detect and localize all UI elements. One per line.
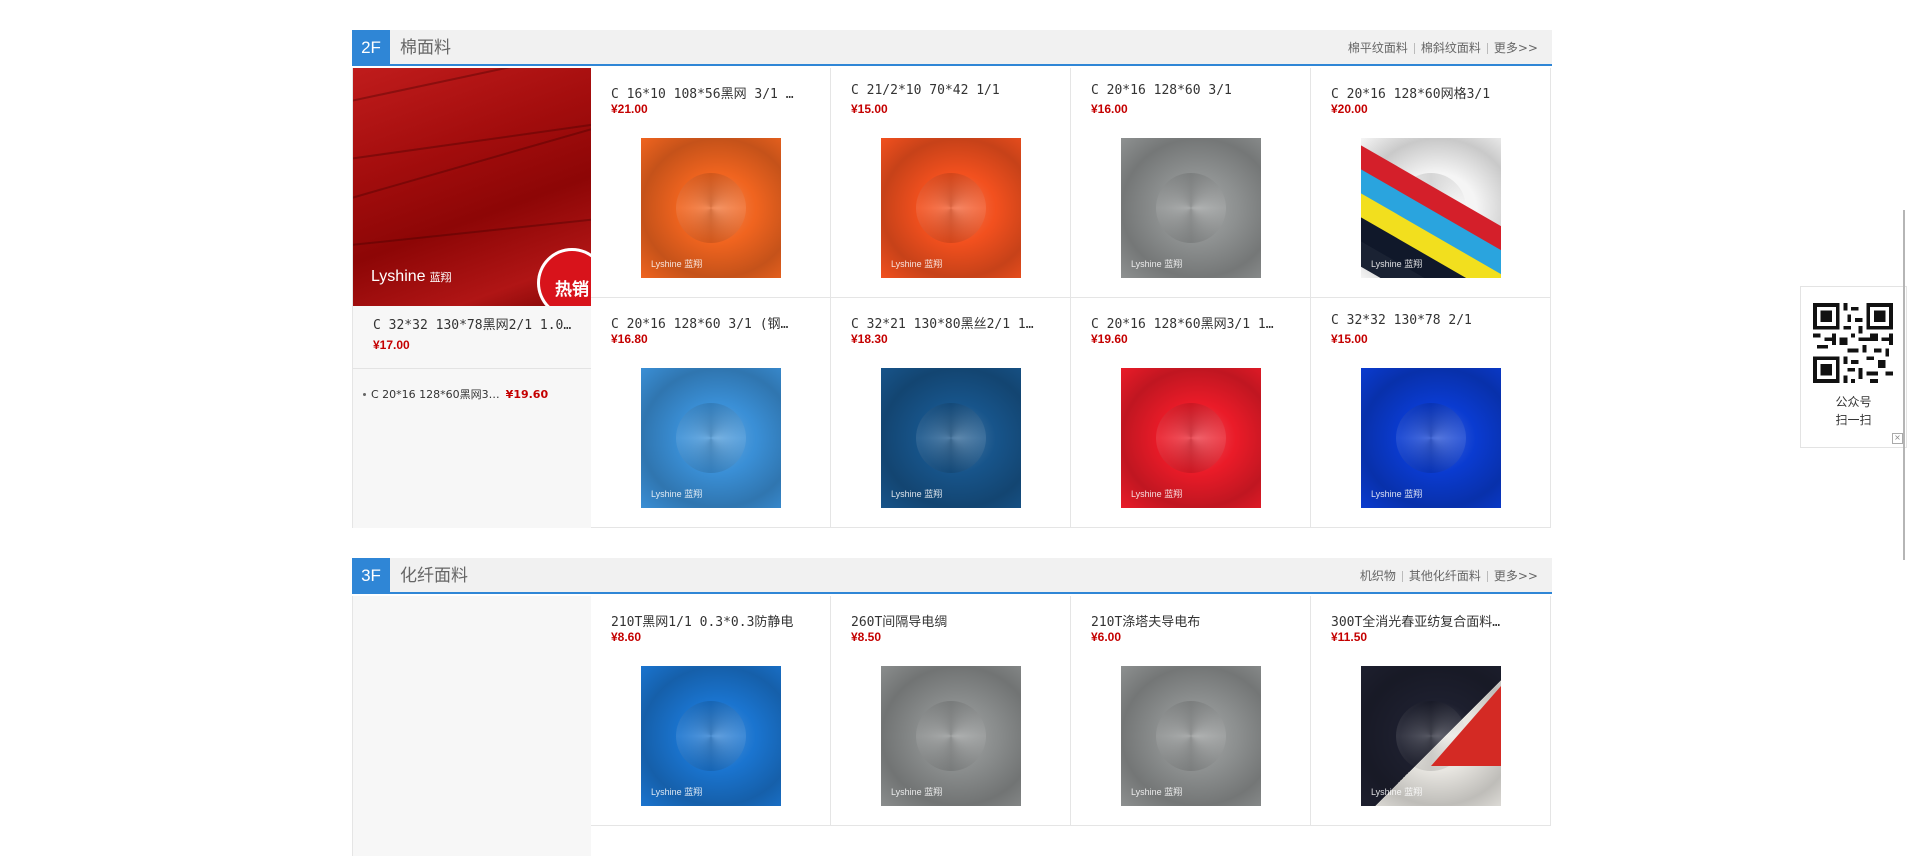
brand-logo: Lyshine 蓝翔: [371, 268, 452, 285]
hot-sale-label: 热销: [555, 280, 589, 300]
product-name[interactable]: C 20*16 128*60 3/1: [1091, 83, 1291, 98]
bullet-icon: [363, 392, 366, 396]
featured-image[interactable]: Lyshine 蓝翔 热销: [353, 68, 591, 306]
featured-product[interactable]: C 32*32 130*78黑网2/1 1.0… ¥17.00: [373, 314, 583, 352]
product-card[interactable]: C 16*10 108*56黑网 3/1 … ¥21.00 Lyshine 蓝翔: [591, 68, 831, 298]
product-price: ¥15.00: [851, 102, 888, 116]
product-price: ¥6.00: [1091, 630, 1122, 644]
product-price: ¥18.30: [851, 332, 888, 346]
product-name[interactable]: 210T涤塔夫导电布: [1091, 611, 1291, 630]
product-card[interactable]: 210T黑网1/1 0.3*0.3防静电 ¥8.60 Lyshine 蓝翔: [591, 596, 831, 826]
divider: [353, 368, 591, 369]
product-name[interactable]: C 16*10 108*56黑网 3/1 …: [611, 83, 811, 102]
brand-watermark: Lyshine 蓝翔: [1131, 259, 1183, 269]
product-name[interactable]: 260T间隔导电绸: [851, 611, 1051, 630]
product-name[interactable]: C 20*16 128*60网格3/1: [1331, 83, 1531, 102]
product-image[interactable]: Lyshine 蓝翔: [641, 666, 781, 806]
product-card[interactable]: C 20*16 128*60 3/1 (钢… ¥16.80 Lyshine 蓝翔: [591, 298, 831, 528]
product-name[interactable]: 300T全消光春亚纺复合面料…: [1331, 611, 1531, 630]
product-image[interactable]: Lyshine 蓝翔: [1121, 368, 1261, 508]
qr-widget: 公众号 扫一扫 ×: [1800, 286, 1907, 448]
list-item-name[interactable]: C 20*16 128*60黑网3…: [371, 386, 500, 402]
floor-links: 机织物 其他化纤面料 更多>>: [1360, 558, 1538, 594]
product-card[interactable]: C 20*16 128*60 3/1 ¥16.00 Lyshine 蓝翔: [1071, 68, 1311, 298]
product-image[interactable]: Lyshine 蓝翔: [1121, 138, 1261, 278]
product-image[interactable]: Lyshine 蓝翔: [1361, 138, 1501, 278]
product-price: ¥21.00: [611, 102, 648, 116]
product-price: ¥8.50: [851, 630, 882, 644]
product-name[interactable]: 210T黑网1/1 0.3*0.3防静电: [611, 611, 811, 630]
product-price: ¥16.80: [611, 332, 648, 346]
brand-watermark: Lyshine 蓝翔: [1371, 259, 1423, 269]
product-price: ¥16.00: [1091, 102, 1128, 116]
brand-watermark: Lyshine 蓝翔: [1131, 787, 1183, 797]
product-image[interactable]: Lyshine 蓝翔: [881, 138, 1021, 278]
product-card[interactable]: C 21/2*10 70*42 1/1 ¥15.00 Lyshine 蓝翔: [831, 68, 1071, 298]
scrollbar[interactable]: [1903, 210, 1905, 560]
floor-link-twill[interactable]: 棉斜纹面料: [1421, 30, 1481, 66]
floor-header: 2F 棉面料 棉平纹面料 棉斜纹面料 更多>>: [352, 30, 1552, 66]
product-price: ¥19.60: [1091, 332, 1128, 346]
floor-title: 棉面料: [400, 38, 451, 58]
product-card[interactable]: C 20*16 128*60黑网3/1 1… ¥19.60 Lyshine 蓝翔: [1071, 298, 1311, 528]
qr-label-scan: 扫一扫: [1835, 413, 1872, 427]
product-image[interactable]: Lyshine 蓝翔: [881, 368, 1021, 508]
product-price: ¥20.00: [1331, 102, 1368, 116]
product-image[interactable]: Lyshine 蓝翔: [641, 368, 781, 508]
product-name[interactable]: C 32*32 130*78黑网2/1 1.0…: [373, 314, 583, 333]
product-card[interactable]: C 32*21 130*80黑丝2/1 1… ¥18.30 Lyshine 蓝翔: [831, 298, 1071, 528]
floor-link-more[interactable]: 更多>>: [1494, 30, 1538, 66]
close-icon[interactable]: ×: [1892, 433, 1903, 444]
product-price: ¥11.50: [1331, 630, 1368, 644]
brand-watermark: Lyshine 蓝翔: [891, 489, 943, 499]
link-divider: [1401, 570, 1403, 582]
product-name[interactable]: C 32*32 130*78 2/1: [1331, 313, 1531, 328]
brand-watermark: Lyshine 蓝翔: [1371, 489, 1423, 499]
link-divider: [1413, 42, 1415, 54]
product-card[interactable]: 210T涤塔夫导电布 ¥6.00 Lyshine 蓝翔: [1071, 596, 1311, 826]
featured-column: [352, 596, 591, 856]
product-price: ¥8.60: [611, 630, 642, 644]
floor-header: 3F 化纤面料 机织物 其他化纤面料 更多>>: [352, 558, 1552, 594]
floor-link-plain[interactable]: 棉平纹面料: [1348, 30, 1408, 66]
product-name[interactable]: C 21/2*10 70*42 1/1: [851, 83, 1051, 98]
product-image[interactable]: Lyshine 蓝翔: [881, 666, 1021, 806]
floor-title: 化纤面料: [400, 566, 468, 586]
floor-link-woven[interactable]: 机织物: [1360, 558, 1396, 594]
product-card[interactable]: C 32*32 130*78 2/1 ¥15.00 Lyshine 蓝翔: [1311, 298, 1551, 528]
product-name[interactable]: C 20*16 128*60黑网3/1 1…: [1091, 313, 1291, 332]
list-item-price: ¥19.60: [505, 387, 549, 401]
link-divider: [1486, 570, 1488, 582]
featured-column: Lyshine 蓝翔 热销 C 32*32 130*78黑网2/1 1.0… ¥1…: [352, 68, 591, 528]
brand-watermark: Lyshine 蓝翔: [651, 489, 703, 499]
product-card[interactable]: 300T全消光春亚纺复合面料… ¥11.50 Lyshine 蓝翔: [1311, 596, 1551, 826]
product-image[interactable]: Lyshine 蓝翔: [1361, 666, 1501, 806]
floor-link-other[interactable]: 其他化纤面料: [1409, 558, 1481, 594]
product-image[interactable]: Lyshine 蓝翔: [1361, 368, 1501, 508]
product-card[interactable]: C 20*16 128*60网格3/1 ¥20.00 Lyshine 蓝翔: [1311, 68, 1551, 298]
qr-code-icon: [1813, 303, 1893, 383]
product-name[interactable]: C 20*16 128*60 3/1 (钢…: [611, 313, 811, 332]
brand-watermark: Lyshine 蓝翔: [1131, 489, 1183, 499]
floor-badge: 3F: [352, 558, 390, 594]
brand-watermark: Lyshine 蓝翔: [651, 259, 703, 269]
floor-badge: 2F: [352, 30, 390, 66]
brand-watermark: Lyshine 蓝翔: [651, 787, 703, 797]
product-card[interactable]: 260T间隔导电绸 ¥8.50 Lyshine 蓝翔: [831, 596, 1071, 826]
product-price: ¥15.00: [1331, 332, 1368, 346]
list-item[interactable]: C 20*16 128*60黑网3… ¥19.60: [363, 386, 548, 402]
brand-watermark: Lyshine 蓝翔: [891, 787, 943, 797]
floor-links: 棉平纹面料 棉斜纹面料 更多>>: [1348, 30, 1538, 66]
qr-label-account: 公众号: [1835, 395, 1872, 409]
product-image[interactable]: Lyshine 蓝翔: [641, 138, 781, 278]
brand-watermark: Lyshine 蓝翔: [1371, 787, 1423, 797]
product-image[interactable]: Lyshine 蓝翔: [1121, 666, 1261, 806]
brand-watermark: Lyshine 蓝翔: [891, 259, 943, 269]
floor-link-more[interactable]: 更多>>: [1494, 558, 1538, 594]
product-name[interactable]: C 32*21 130*80黑丝2/1 1…: [851, 313, 1051, 332]
product-price: ¥17.00: [373, 338, 410, 352]
link-divider: [1486, 42, 1488, 54]
